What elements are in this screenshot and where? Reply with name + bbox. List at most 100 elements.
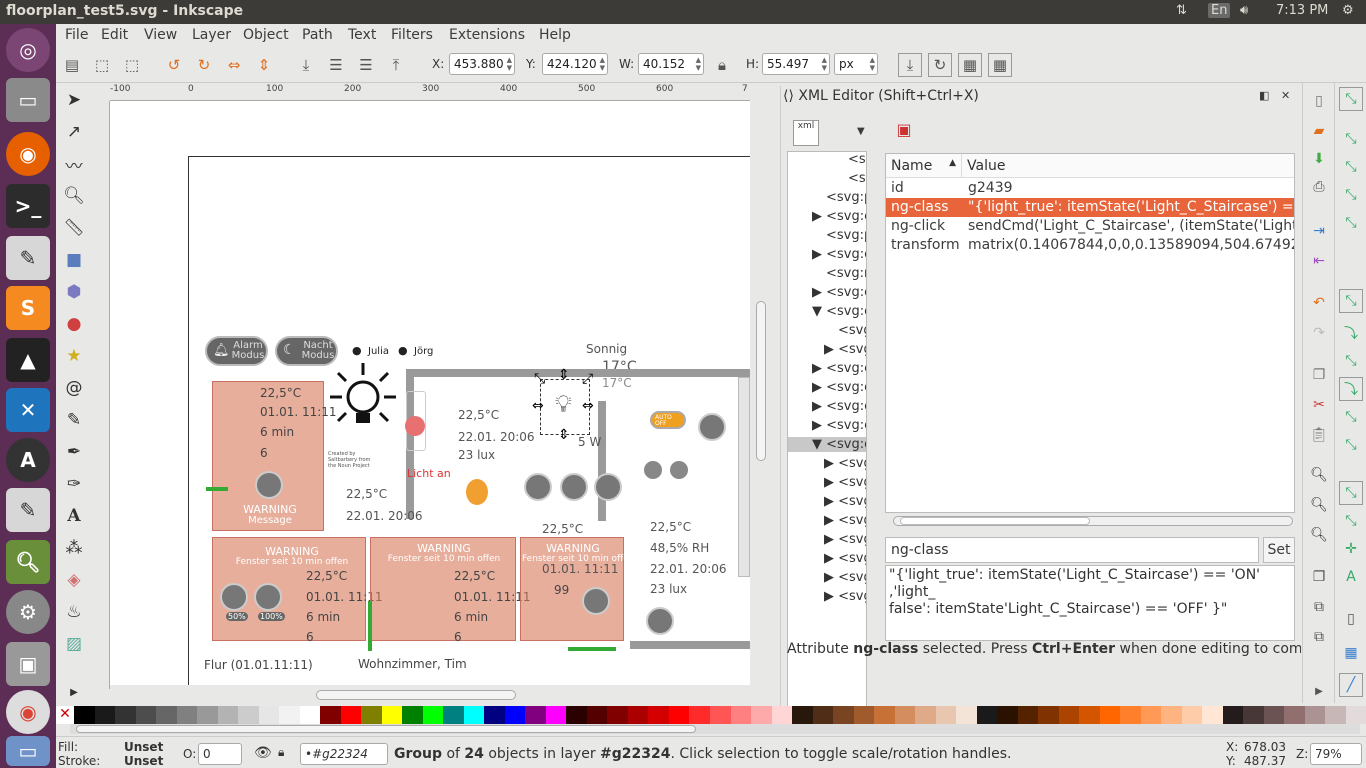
- rectangle-tool-icon[interactable]: ■: [61, 247, 87, 273]
- switch-button[interactable]: [644, 461, 662, 479]
- tree-node[interactable]: ▶ <svg: [824, 456, 866, 471]
- scale-corners-icon[interactable]: ↻: [928, 53, 952, 77]
- zoom-drawing-icon[interactable]: 🔍︎: [1307, 493, 1331, 517]
- color-swatch[interactable]: [648, 706, 669, 724]
- snap-cusp-icon[interactable]: ⤵: [1339, 377, 1363, 401]
- tree-node[interactable]: <svg:p: [826, 228, 866, 243]
- color-swatch[interactable]: [1017, 706, 1039, 724]
- color-swatch[interactable]: [320, 706, 341, 724]
- no-paint-icon[interactable]: ✕: [56, 706, 74, 724]
- tree-node[interactable]: ▶ <svg:c: [812, 361, 866, 376]
- zoom-page-icon[interactable]: 🔍︎: [1307, 523, 1331, 547]
- snap-smooth-icon[interactable]: ⤡: [1339, 405, 1363, 429]
- light-switch[interactable]: [405, 416, 425, 436]
- select-all-layers-icon[interactable]: ⬚: [90, 53, 114, 77]
- opacity-field[interactable]: 0: [198, 743, 242, 765]
- color-swatch[interactable]: [1058, 706, 1080, 724]
- scale-handle-icon[interactable]: ⇕: [558, 367, 570, 383]
- drawing-canvas[interactable]: 🔔︎ Alarm Modus ☾ Nacht Modus ● Julia ● J…: [110, 101, 750, 685]
- text-tool-icon[interactable]: A: [61, 503, 87, 529]
- fill-value[interactable]: Unset: [124, 740, 163, 754]
- snap-intersection-icon[interactable]: ⤡: [1339, 349, 1363, 373]
- color-swatch[interactable]: [668, 706, 690, 724]
- color-swatch[interactable]: [751, 706, 772, 724]
- color-swatch[interactable]: [340, 706, 362, 724]
- snap-bbox-edge-icon[interactable]: ⤡: [1339, 155, 1363, 179]
- ellipse-tool-icon[interactable]: ●: [61, 311, 87, 337]
- tree-node[interactable]: ▶ <svg: [824, 532, 866, 547]
- color-swatch[interactable]: [1038, 706, 1059, 724]
- canvas-horizontal-scrollbar[interactable]: [110, 689, 750, 701]
- raise-icon[interactable]: ☰: [354, 53, 378, 77]
- undo-icon[interactable]: ↶: [1307, 291, 1331, 315]
- zoom-tool-icon[interactable]: 🔍︎: [61, 183, 87, 209]
- menu-view[interactable]: View: [144, 27, 177, 43]
- tree-node[interactable]: <svg: [838, 323, 866, 338]
- color-swatch[interactable]: [956, 706, 977, 724]
- device-button[interactable]: [594, 473, 622, 501]
- menu-path[interactable]: Path: [302, 27, 333, 43]
- snap-center-icon[interactable]: ⤡: [1339, 509, 1363, 533]
- menu-extensions[interactable]: Extensions: [449, 27, 525, 43]
- spray-tool-icon[interactable]: ⁂: [61, 535, 87, 561]
- color-swatch[interactable]: [730, 706, 752, 724]
- menu-edit[interactable]: Edit: [101, 27, 128, 43]
- attribute-name-field[interactable]: ng-class: [885, 537, 1259, 563]
- gear-icon[interactable]: ⚙: [1342, 3, 1354, 18]
- spin-arrows-icon[interactable]: ▲ ▼: [822, 56, 827, 72]
- color-swatch[interactable]: [1243, 706, 1264, 724]
- attribute-row[interactable]: transform matrix(0.14067844,0,0,0.1358909…: [886, 236, 1294, 255]
- redo-icon[interactable]: ↷: [1307, 321, 1331, 345]
- color-swatch[interactable]: [566, 706, 587, 724]
- close-icon[interactable]: ✕: [1281, 89, 1290, 102]
- lamp-icon[interactable]: [466, 479, 488, 505]
- color-swatch[interactable]: [217, 706, 239, 724]
- color-swatch[interactable]: [463, 706, 485, 724]
- tree-node[interactable]: ▶ <svg:c: [812, 399, 866, 414]
- device-button[interactable]: [524, 473, 552, 501]
- ubuntu-dash-icon[interactable]: ◎: [6, 28, 50, 72]
- w-field[interactable]: 40.152 ▲ ▼: [638, 53, 704, 75]
- alert-button[interactable]: [255, 471, 283, 499]
- attribute-table[interactable]: Name ▲ Value id g2439 ng-class "{'light_tru…: [885, 153, 1295, 513]
- tree-node[interactable]: <svg:r: [826, 266, 866, 281]
- menu-filters[interactable]: Filters: [391, 27, 433, 43]
- tree-node[interactable]: ▶ <svg:c: [812, 285, 866, 300]
- unlink-clone-icon[interactable]: ⧉: [1307, 625, 1331, 649]
- h-field[interactable]: 55.497 ▲ ▼: [762, 53, 830, 75]
- color-swatch[interactable]: [1222, 706, 1244, 724]
- color-swatch[interactable]: [689, 706, 710, 724]
- camera-icon[interactable]: ▣: [6, 642, 50, 686]
- rotate-ccw-icon[interactable]: ↺: [162, 53, 186, 77]
- cut-icon[interactable]: ✂: [1307, 393, 1331, 417]
- open-icon[interactable]: ▰: [1307, 119, 1331, 143]
- color-swatch[interactable]: [74, 706, 95, 724]
- tweak-tool-icon[interactable]: 〰: [61, 151, 87, 177]
- toolbox-more-icon[interactable]: ▶: [61, 679, 87, 705]
- color-swatch[interactable]: [176, 706, 198, 724]
- color-swatch[interactable]: [1079, 706, 1100, 724]
- dimmer-button[interactable]: [220, 583, 248, 611]
- deselect-icon[interactable]: ⬚: [120, 53, 144, 77]
- 3d-box-tool-icon[interactable]: ⬢: [61, 279, 87, 305]
- tree-node-selected[interactable]: ▼ <svg:c: [788, 437, 866, 452]
- color-swatch[interactable]: [607, 706, 628, 724]
- color-swatch[interactable]: [853, 706, 875, 724]
- snap-guide-icon[interactable]: ╱: [1339, 673, 1363, 697]
- auto-off-toggle[interactable]: AUTO OFF: [650, 411, 686, 429]
- color-swatch[interactable]: [115, 706, 136, 724]
- clone-icon[interactable]: ⧉: [1307, 595, 1331, 619]
- spin-arrows-icon[interactable]: ▲ ▼: [600, 56, 605, 72]
- volume-icon[interactable]: 🔊︎: [1240, 3, 1248, 18]
- snap-toggle-icon[interactable]: ⤡: [1339, 87, 1363, 111]
- scale-stroke-icon[interactable]: ⤓: [898, 53, 922, 77]
- network-icon[interactable]: ⇅: [1176, 3, 1187, 18]
- scroll-thumb[interactable]: [756, 301, 766, 461]
- unit-select[interactable]: px ▲ ▼: [834, 53, 878, 75]
- color-swatch[interactable]: [771, 706, 793, 724]
- flip-vertical-icon[interactable]: ⇕: [252, 53, 276, 77]
- copy-icon[interactable]: ❐: [1307, 363, 1331, 387]
- snap-text-baseline-icon[interactable]: A: [1339, 565, 1363, 589]
- tree-node[interactable]: ▶ <svg: [824, 551, 866, 566]
- current-layer-select[interactable]: •#g22324: [300, 743, 388, 765]
